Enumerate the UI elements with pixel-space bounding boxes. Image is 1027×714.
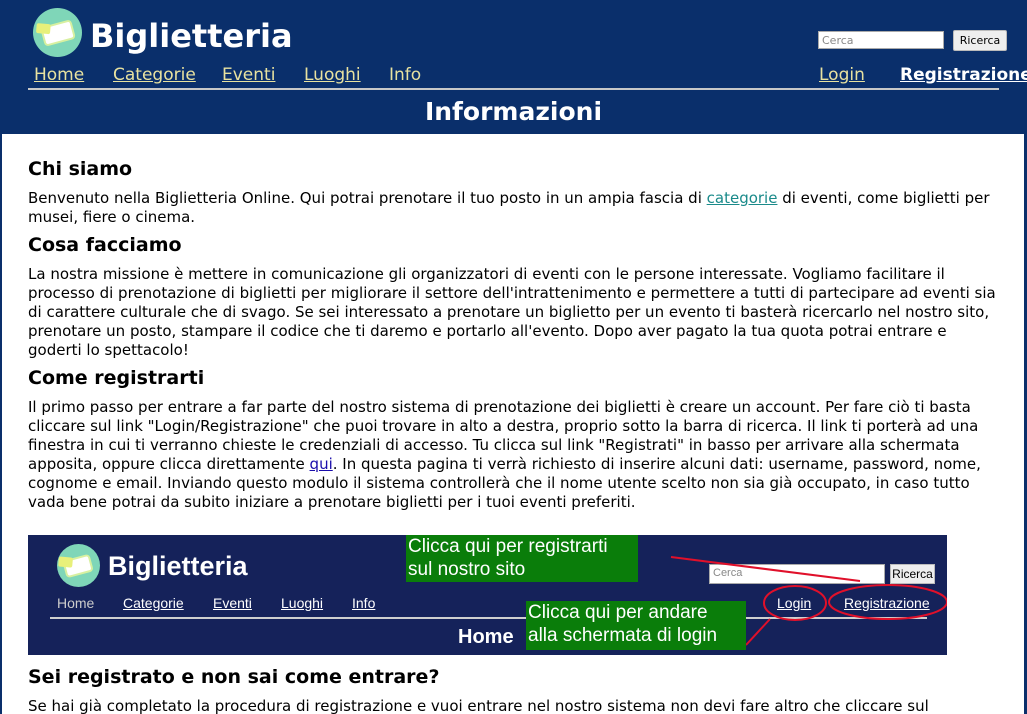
link-categorie[interactable]: categorie (707, 189, 778, 207)
screenshot-nav-home: Home (57, 595, 95, 611)
site-logo-icon (57, 544, 100, 587)
annotated-screenshot: Biglietteria Cerca Ricerca Home Categori… (28, 535, 947, 655)
search-button[interactable]: Ricerca (953, 30, 1007, 51)
callout-register-line2: sul nostro sito (408, 559, 526, 580)
screenshot-divider (50, 617, 927, 619)
callout-login: Clicca qui per andare alla schermata di … (526, 601, 746, 650)
main-content: Chi siamo Benvenuto nella Biglietteria O… (2, 134, 1024, 714)
section-text-cosa-facciamo: La nostra missione è mettere in comunica… (28, 265, 996, 359)
callout-login-line1: Clicca qui per andare (528, 602, 708, 623)
header-divider (28, 88, 999, 90)
screenshot-search-input: Cerca (709, 564, 885, 584)
section-title-chi-siamo: Chi siamo (28, 158, 133, 180)
screenshot-search-button: Ricerca (890, 564, 935, 584)
section-text-sei-registrato: Se hai già completato la procedura di re… (28, 697, 929, 714)
annotation-arrow-login (745, 618, 771, 646)
ticket-icon (42, 21, 74, 45)
nav-categorie[interactable]: Categorie (113, 64, 196, 86)
link-qui[interactable]: qui (310, 455, 333, 473)
site-header: Biglietteria Ricerca Home Categorie Even… (0, 0, 1027, 134)
nav-info-current: Info (389, 65, 422, 85)
section-text-chi-siamo: Benvenuto nella Biglietteria Online. Qui… (28, 189, 998, 227)
section-text-come-registrarti: Il primo passo per entrare a far parte d… (28, 398, 998, 512)
callout-register-line1: Clicca qui per registrarti (408, 536, 608, 557)
page-title: Informazioni (424, 97, 603, 126)
screenshot-nav-info: Info (352, 595, 376, 611)
screenshot-site-title: Biglietteria (108, 551, 248, 581)
section-title-come-registrarti: Come registrarti (28, 367, 205, 389)
callout-register: Clicca qui per registrarti sul nostro si… (406, 535, 638, 582)
nav-eventi[interactable]: Eventi (222, 64, 275, 86)
site-logo-icon[interactable] (33, 8, 82, 57)
section-title-sei-registrato: Sei registrato e non sai come entrare? (28, 666, 440, 688)
screenshot-nav-categorie: Categorie (123, 595, 184, 611)
screenshot-nav-registrazione: Registrazione (844, 595, 930, 611)
search-input[interactable] (818, 31, 944, 49)
section-title-cosa-facciamo: Cosa facciamo (28, 234, 182, 256)
ticket-icon (64, 556, 92, 576)
screenshot-nav-login: Login (777, 595, 812, 611)
text-segment: Benvenuto nella Biglietteria Online. Qui… (28, 189, 707, 207)
nav-registrazione[interactable]: Registrazione (900, 64, 1027, 86)
nav-login[interactable]: Login (819, 64, 865, 86)
screenshot-page-title: Home (458, 626, 514, 648)
screenshot-nav-luoghi: Luoghi (281, 595, 324, 611)
nav-luoghi[interactable]: Luoghi (304, 64, 361, 86)
callout-login-line2: alla schermata di login (528, 625, 718, 646)
browser-page: Biglietteria Ricerca Home Categorie Even… (0, 0, 1027, 714)
nav-home[interactable]: Home (34, 64, 84, 86)
site-title[interactable]: Biglietteria (90, 16, 293, 56)
screenshot-nav-eventi: Eventi (213, 595, 252, 611)
